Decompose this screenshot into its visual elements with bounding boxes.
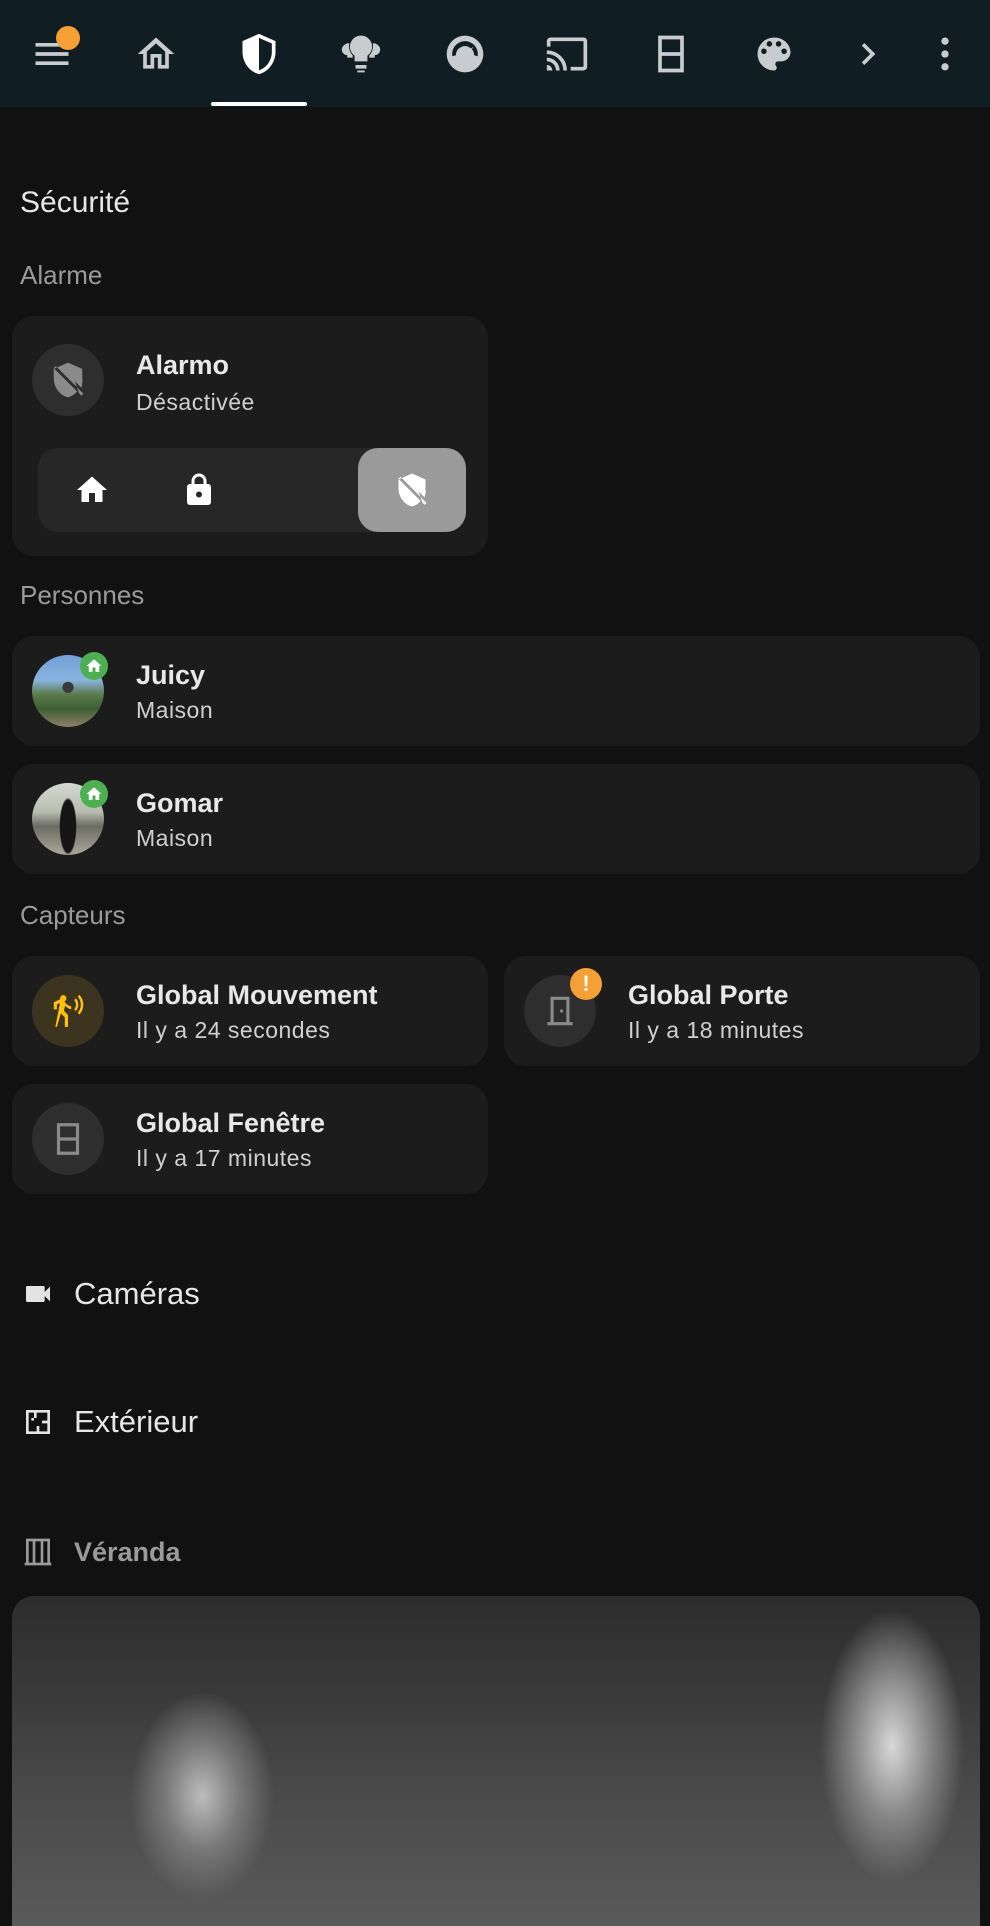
heading-veranda[interactable]: Véranda bbox=[22, 1536, 181, 1568]
shield-half-icon bbox=[242, 33, 276, 74]
section-heading-people: Personnes bbox=[20, 580, 145, 610]
warning-badge: ! bbox=[570, 968, 602, 1000]
arm-night-button[interactable] bbox=[252, 448, 359, 532]
sensor-state: Il y a 24 secondes bbox=[136, 1017, 331, 1043]
overflow-menu-button[interactable] bbox=[913, 0, 977, 107]
lightbulb-group-icon bbox=[341, 35, 381, 72]
heading-exterior[interactable]: Extérieur bbox=[22, 1404, 198, 1440]
shield-off-icon bbox=[398, 473, 427, 507]
page-title: Sécurité bbox=[20, 186, 131, 219]
window-open-icon bbox=[24, 1538, 52, 1566]
gauge-icon bbox=[446, 35, 484, 72]
sensor-card-window[interactable]: Global Fenêtre Il y a 17 minutes bbox=[12, 1084, 488, 1194]
scroll-tabs-right-button[interactable] bbox=[822, 0, 914, 107]
tab-security[interactable] bbox=[214, 0, 304, 107]
video-camera-icon bbox=[26, 1286, 50, 1302]
tab-lights[interactable] bbox=[316, 0, 406, 107]
top-app-bar bbox=[0, 0, 990, 107]
tab-themes[interactable] bbox=[729, 0, 819, 107]
home-status-badge bbox=[80, 652, 108, 680]
shield-off-icon bbox=[53, 362, 84, 398]
tab-media[interactable] bbox=[522, 0, 612, 107]
home-status-badge bbox=[80, 780, 108, 808]
alarm-card[interactable]: Alarmo Désactivée bbox=[12, 316, 488, 556]
tab-home[interactable] bbox=[111, 0, 201, 107]
disarm-button[interactable] bbox=[358, 448, 466, 532]
heading-cameras[interactable]: Caméras bbox=[22, 1276, 200, 1312]
sensor-state: Il y a 17 minutes bbox=[136, 1145, 312, 1171]
camera-feed-veranda[interactable] bbox=[12, 1596, 980, 1926]
heading-veranda-label: Véranda bbox=[74, 1536, 181, 1567]
window-closed-icon bbox=[658, 35, 684, 72]
lock-icon bbox=[186, 473, 211, 505]
person-name: Gomar bbox=[136, 788, 224, 818]
sensor-card-motion[interactable]: Global Mouvement Il y a 24 secondes bbox=[12, 956, 488, 1066]
floor-plan-icon bbox=[26, 1410, 50, 1434]
sensor-name: Global Porte bbox=[628, 980, 789, 1010]
active-tab-indicator bbox=[211, 102, 307, 106]
dots-vertical-icon bbox=[941, 37, 949, 70]
moon-icon bbox=[293, 475, 309, 505]
sensor-icon-container[interactable] bbox=[32, 1103, 104, 1175]
chevron-right-icon bbox=[861, 42, 876, 65]
sensor-name: Global Mouvement bbox=[136, 980, 378, 1010]
window-icon bbox=[56, 1123, 80, 1155]
sensor-name: Global Fenêtre bbox=[136, 1108, 326, 1138]
home-icon bbox=[86, 659, 102, 672]
alarm-name: Alarmo bbox=[136, 350, 230, 380]
palette-icon bbox=[757, 37, 791, 70]
home-icon bbox=[86, 787, 102, 800]
sensor-icon-container[interactable] bbox=[32, 975, 104, 1047]
door-icon bbox=[547, 996, 573, 1026]
arm-away-button[interactable] bbox=[145, 448, 252, 532]
sensor-state: Il y a 18 minutes bbox=[628, 1017, 804, 1043]
section-heading-alarm: Alarme bbox=[20, 260, 103, 290]
menu-button[interactable] bbox=[7, 0, 97, 107]
person-card-juicy[interactable]: Juicy Maison bbox=[12, 636, 980, 746]
sensor-card-door[interactable]: ! Global Porte Il y a 18 minutes bbox=[504, 956, 980, 1066]
person-state: Maison bbox=[136, 697, 214, 723]
person-state: Maison bbox=[136, 825, 214, 851]
alarm-state: Désactivée bbox=[136, 389, 255, 415]
heading-cameras-label: Caméras bbox=[74, 1276, 200, 1311]
home-outline-icon bbox=[137, 37, 175, 69]
alarm-icon-container[interactable] bbox=[32, 344, 104, 416]
alarm-mode-selector bbox=[38, 448, 466, 532]
notification-badge bbox=[56, 26, 80, 50]
person-card-gomar[interactable]: Gomar Maison bbox=[12, 764, 980, 874]
tab-windows[interactable] bbox=[626, 0, 716, 107]
person-name: Juicy bbox=[136, 660, 206, 690]
arm-home-button[interactable] bbox=[38, 448, 145, 532]
cast-icon bbox=[546, 37, 588, 70]
section-heading-sensors: Capteurs bbox=[20, 900, 126, 930]
motion-sensor-icon bbox=[53, 994, 84, 1027]
tab-energy[interactable] bbox=[420, 0, 510, 107]
heading-exterior-label: Extérieur bbox=[74, 1404, 199, 1439]
home-icon bbox=[76, 476, 107, 502]
